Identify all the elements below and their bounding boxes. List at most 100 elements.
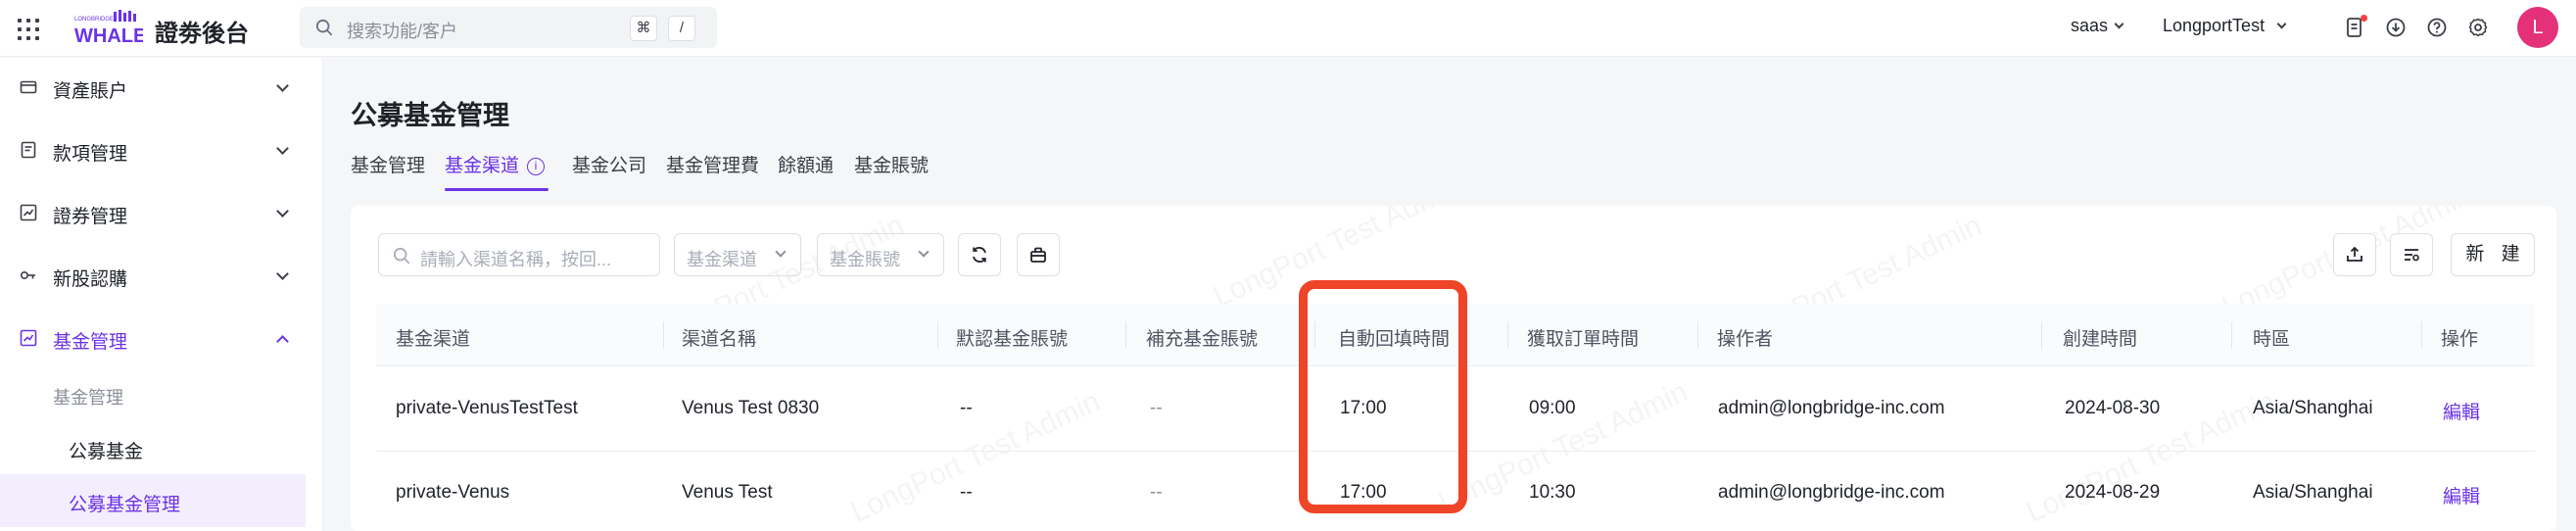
sidebar: 資產賬户 款項管理 證券管理 新股認購 基金管理 基金管理 公募基金 公募基金管… bbox=[0, 58, 323, 531]
cell-order-time: 09:00 bbox=[1529, 398, 1576, 418]
help-icon[interactable] bbox=[2426, 17, 2448, 38]
channel-select[interactable]: 基金渠道 bbox=[674, 233, 801, 276]
column-divider bbox=[2421, 321, 2422, 349]
task-list-icon[interactable] bbox=[2344, 15, 2367, 38]
tenant-label: saas bbox=[2071, 16, 2109, 35]
cell-operator: admin@longbridge-inc.com bbox=[1718, 398, 1945, 418]
apps-grid-icon[interactable] bbox=[16, 17, 39, 40]
cell-channel: private-VenusTestTest bbox=[396, 398, 578, 418]
global-search[interactable]: 搜索功能/客户 ⌘ / bbox=[300, 7, 717, 48]
tenant-switcher[interactable]: saas bbox=[2071, 16, 2124, 36]
channel-search-input[interactable]: 請輸入渠道名稱，按回... bbox=[378, 233, 660, 276]
svg-text:LONGBRIDGE: LONGBRIDGE bbox=[74, 17, 114, 23]
tab-fund-company[interactable]: 基金公司 bbox=[572, 151, 646, 177]
cell-extra-account: -- bbox=[1150, 398, 1163, 418]
column-divider bbox=[1697, 321, 1698, 349]
cell-default-account: -- bbox=[960, 398, 973, 418]
chevron-down-icon bbox=[775, 246, 787, 258]
sidebar-item-label: 款項管理 bbox=[53, 144, 128, 165]
chart-box-icon bbox=[20, 204, 37, 221]
column-header: 基金渠道 bbox=[396, 329, 471, 350]
ipo-icon bbox=[20, 266, 37, 284]
sidebar-subitem-label: 公募基金管理 bbox=[69, 495, 181, 515]
app-title: 證劵後台 bbox=[155, 21, 249, 47]
tab-label: 基金渠道 bbox=[445, 156, 520, 176]
export-icon bbox=[2347, 246, 2362, 262]
sidebar-item-ipo[interactable]: 新股認購 bbox=[0, 246, 323, 305]
chevron-down-icon bbox=[276, 142, 289, 155]
column-settings-button[interactable] bbox=[2390, 233, 2433, 276]
tab-fund-management[interactable]: 基金管理 bbox=[351, 151, 425, 177]
column-divider bbox=[663, 321, 664, 349]
chevron-up-icon bbox=[276, 335, 289, 348]
cell-name: Venus Test bbox=[682, 482, 773, 503]
shortcut-key-slash: / bbox=[668, 16, 695, 41]
column-header: 默認基金賬號 bbox=[956, 329, 1069, 350]
sidebar-item-fund[interactable]: 基金管理 bbox=[0, 309, 323, 367]
tab-fund-account[interactable]: 基金賬號 bbox=[854, 151, 929, 177]
tab-balance[interactable]: 餘額通 bbox=[778, 151, 834, 177]
select-placeholder: 基金賬號 bbox=[830, 250, 900, 269]
sidebar-subitem-public-fund[interactable]: 公募基金 bbox=[0, 421, 306, 474]
cell-name: Venus Test 0830 bbox=[682, 398, 820, 418]
account-label: LongportTest bbox=[2163, 16, 2266, 35]
active-tab-indicator bbox=[445, 188, 549, 191]
clear-icon bbox=[1030, 247, 1046, 263]
sidebar-subitem-public-fund-management[interactable]: 公募基金管理 bbox=[0, 474, 306, 527]
whale-logo[interactable]: LONGBRIDGE WHALE bbox=[72, 9, 146, 48]
cell-channel: private-Venus bbox=[396, 482, 510, 503]
cell-created: 2024-08-29 bbox=[2065, 482, 2161, 503]
sidebar-subitem-label: 公募基金 bbox=[69, 442, 144, 462]
channel-search-placeholder: 請輸入渠道名稱，按回... bbox=[420, 250, 612, 269]
fund-icon bbox=[20, 329, 37, 347]
column-divider bbox=[1507, 321, 1508, 349]
column-header: 時區 bbox=[2253, 329, 2291, 350]
export-button[interactable] bbox=[2333, 233, 2376, 276]
sidebar-subgroup-title: 基金管理 bbox=[53, 388, 123, 408]
user-avatar[interactable]: L bbox=[2517, 7, 2558, 48]
sidebar-item-label: 資產賬户 bbox=[53, 81, 128, 102]
top-bar: LONGBRIDGE WHALE 證劵後台 搜索功能/客户 ⌘ / saas L… bbox=[0, 0, 2576, 57]
sidebar-item-payments[interactable]: 款項管理 bbox=[0, 121, 323, 179]
cell-order-time: 10:30 bbox=[1529, 482, 1576, 503]
sidebar-item-label: 新股認購 bbox=[53, 269, 128, 290]
tab-fund-channel[interactable]: 基金渠道 i bbox=[445, 151, 546, 177]
edit-link[interactable]: 編輯 bbox=[2443, 398, 2480, 424]
cell-extra-account: -- bbox=[1150, 482, 1163, 503]
column-divider bbox=[1125, 321, 1126, 349]
refresh-icon bbox=[973, 247, 986, 263]
settings-icon[interactable] bbox=[2467, 17, 2489, 38]
column-settings-icon bbox=[2405, 249, 2419, 262]
notification-dot bbox=[2361, 15, 2367, 22]
cell-timezone: Asia/Shanghai bbox=[2253, 398, 2373, 418]
account-switcher[interactable]: LongportTest bbox=[2163, 16, 2287, 36]
clear-button[interactable] bbox=[1017, 233, 1060, 276]
chevron-down-icon bbox=[276, 205, 289, 217]
chevron-down-icon bbox=[276, 79, 289, 92]
page-title: 公募基金管理 bbox=[351, 101, 509, 130]
svg-text:WHALE: WHALE bbox=[74, 25, 143, 47]
column-divider bbox=[2041, 321, 2042, 349]
chevron-down-icon bbox=[2114, 19, 2124, 29]
column-header: 獲取訂單時間 bbox=[1527, 329, 1640, 350]
select-placeholder: 基金渠道 bbox=[687, 250, 757, 269]
cell-created: 2024-08-30 bbox=[2065, 398, 2161, 418]
column-divider bbox=[2231, 321, 2232, 349]
sidebar-item-assets[interactable]: 資產賬户 bbox=[0, 58, 323, 117]
column-header: 操作 bbox=[2441, 329, 2479, 350]
cell-operator: admin@longbridge-inc.com bbox=[1718, 482, 1945, 503]
column-header: 補充基金賬號 bbox=[1146, 329, 1259, 350]
column-header: 操作者 bbox=[1717, 329, 1774, 350]
info-icon[interactable]: i bbox=[527, 158, 546, 175]
account-select[interactable]: 基金賬號 bbox=[817, 233, 944, 276]
tab-fund-fee[interactable]: 基金管理費 bbox=[666, 151, 759, 177]
sidebar-item-label: 證券管理 bbox=[53, 207, 128, 227]
new-button[interactable]: 新 建 bbox=[2451, 233, 2535, 276]
download-icon[interactable] bbox=[2385, 17, 2407, 38]
cell-default-account: -- bbox=[960, 482, 973, 503]
highlight-annotation-box bbox=[1299, 280, 1467, 513]
sidebar-item-securities[interactable]: 證券管理 bbox=[0, 183, 323, 242]
column-divider bbox=[937, 321, 938, 349]
refresh-button[interactable] bbox=[958, 233, 1001, 276]
edit-link[interactable]: 編輯 bbox=[2443, 482, 2480, 508]
